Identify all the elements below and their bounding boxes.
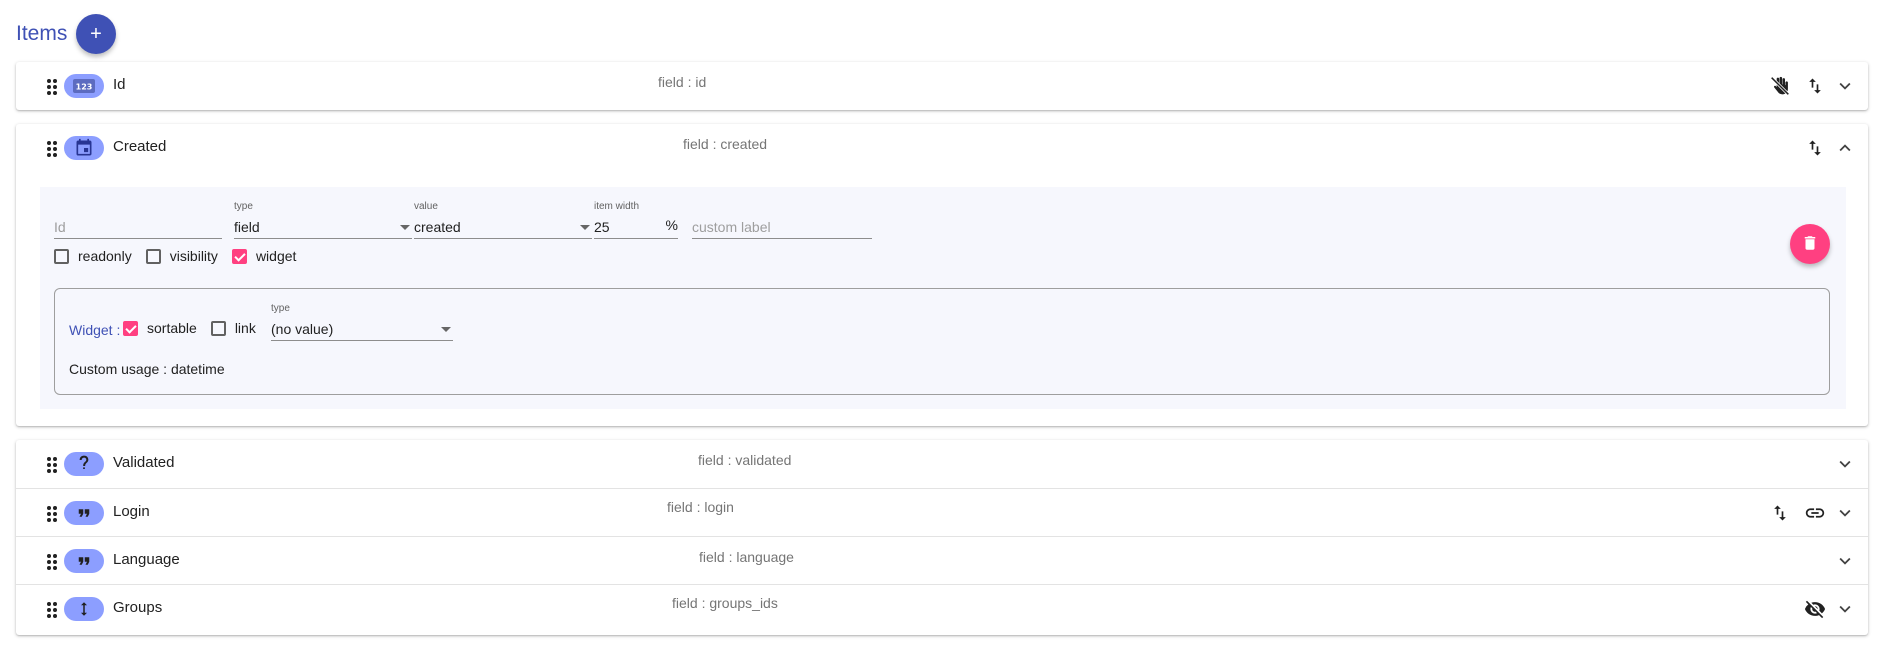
- caret-down-icon[interactable]: [580, 225, 590, 230]
- drag-handle-icon[interactable]: [46, 553, 58, 571]
- item-label: Id: [113, 76, 126, 93]
- sort-icon[interactable]: [1767, 500, 1793, 526]
- item-width-caption: item width: [594, 201, 640, 212]
- chevron-down-icon[interactable]: [1832, 451, 1858, 477]
- item-field: field : login: [667, 499, 734, 515]
- sortable-checkbox[interactable]: [123, 320, 138, 336]
- item-label: Login: [113, 503, 150, 520]
- item-row-language[interactable]: Language field : language: [16, 536, 1868, 584]
- calendar-icon: [64, 136, 104, 160]
- delete-item-button[interactable]: [1790, 224, 1830, 264]
- visibility-label: visibility: [169, 248, 218, 264]
- item-row-groups[interactable]: Groups field : groups_ids: [16, 584, 1868, 632]
- widget-checkboxes: sortable link: [123, 320, 270, 336]
- sort-icon[interactable]: [1802, 73, 1828, 99]
- widget-type-caption: type: [271, 303, 290, 314]
- vertical-arrows-icon: [64, 597, 104, 621]
- item-width-field[interactable]: item width 25 %: [594, 201, 678, 241]
- item-panel-id: 123 Id field : id: [16, 62, 1868, 110]
- svg-text:123: 123: [76, 83, 93, 92]
- item-label: Validated: [113, 454, 175, 471]
- question-icon: [64, 452, 104, 476]
- type-caption: type: [234, 201, 253, 212]
- item-editor: Id type field value created item width 2…: [40, 187, 1846, 409]
- sortable-label: sortable: [147, 320, 197, 336]
- readonly-label: readonly: [78, 248, 132, 264]
- chevron-down-icon[interactable]: [1832, 548, 1858, 574]
- visibility-checkbox[interactable]: [145, 248, 161, 264]
- caret-down-icon[interactable]: [441, 327, 451, 332]
- item-field: field : created: [683, 136, 768, 152]
- item-row-login[interactable]: Login field : login: [16, 488, 1868, 536]
- chevron-down-icon[interactable]: [1832, 596, 1858, 622]
- option-checkboxes: readonly visibility widget: [54, 248, 310, 264]
- item-label: Language: [113, 551, 180, 568]
- chevron-up-icon[interactable]: [1832, 135, 1858, 161]
- trash-icon: [1801, 234, 1819, 255]
- item-panel-created: Created field : created Id type field va…: [16, 124, 1868, 426]
- widget-checkbox[interactable]: [231, 248, 247, 264]
- hand-off-icon[interactable]: [1767, 73, 1793, 99]
- widget-label: widget: [255, 248, 297, 264]
- quote-icon: [64, 501, 104, 525]
- drag-handle-icon[interactable]: [46, 601, 58, 619]
- drag-handle-icon[interactable]: [46, 456, 58, 474]
- readonly-checkbox[interactable]: [54, 248, 69, 264]
- caret-down-icon[interactable]: [400, 225, 410, 230]
- add-item-button[interactable]: +: [76, 14, 116, 54]
- link-label: link: [234, 320, 256, 336]
- item-width-unit: %: [665, 217, 678, 233]
- value-select[interactable]: value created: [414, 201, 592, 241]
- item-label: Groups: [113, 599, 163, 616]
- item-field: field : language: [699, 549, 794, 565]
- widget-type-select[interactable]: type (no value): [271, 303, 453, 343]
- item-field: field : id: [658, 74, 707, 90]
- type-select[interactable]: type field: [234, 201, 412, 241]
- quote-icon: [64, 549, 104, 573]
- value-caption: value: [414, 201, 438, 212]
- widget-settings: Widget : sortable link type (no value) C…: [54, 288, 1830, 395]
- page-header: Items: [16, 14, 67, 54]
- page-title: Items: [16, 22, 68, 45]
- item-label: Created: [113, 138, 167, 155]
- chevron-down-icon[interactable]: [1832, 73, 1858, 99]
- drag-handle-icon[interactable]: [46, 78, 58, 96]
- item-field: field : groups_ids: [672, 595, 778, 611]
- items-list: Validated field : validated Login field …: [16, 440, 1868, 635]
- custom-label-input[interactable]: custom label: [692, 217, 872, 239]
- chevron-down-icon[interactable]: [1832, 500, 1858, 526]
- id-input[interactable]: Id: [54, 217, 222, 239]
- drag-handle-icon[interactable]: [46, 140, 58, 158]
- custom-label-field[interactable]: custom label: [692, 201, 872, 241]
- custom-usage-text: Custom usage : datetime: [69, 361, 225, 377]
- drag-handle-icon[interactable]: [46, 505, 58, 523]
- link-icon[interactable]: [1802, 500, 1828, 526]
- item-field: field : validated: [698, 452, 792, 468]
- value-value[interactable]: created: [414, 217, 592, 239]
- type-value[interactable]: field: [234, 217, 412, 239]
- eye-off-icon[interactable]: [1802, 596, 1828, 622]
- item-row-created[interactable]: Created field : created: [16, 124, 1868, 172]
- item-row-validated[interactable]: Validated field : validated: [16, 440, 1868, 488]
- link-checkbox[interactable]: [210, 320, 226, 336]
- widget-heading: Widget :: [69, 322, 121, 338]
- item-row-id[interactable]: 123 Id field : id: [16, 62, 1868, 110]
- numeric-icon: 123: [64, 74, 104, 98]
- id-field[interactable]: Id: [54, 201, 222, 241]
- widget-type-value[interactable]: (no value): [271, 319, 453, 341]
- sort-icon[interactable]: [1802, 135, 1828, 161]
